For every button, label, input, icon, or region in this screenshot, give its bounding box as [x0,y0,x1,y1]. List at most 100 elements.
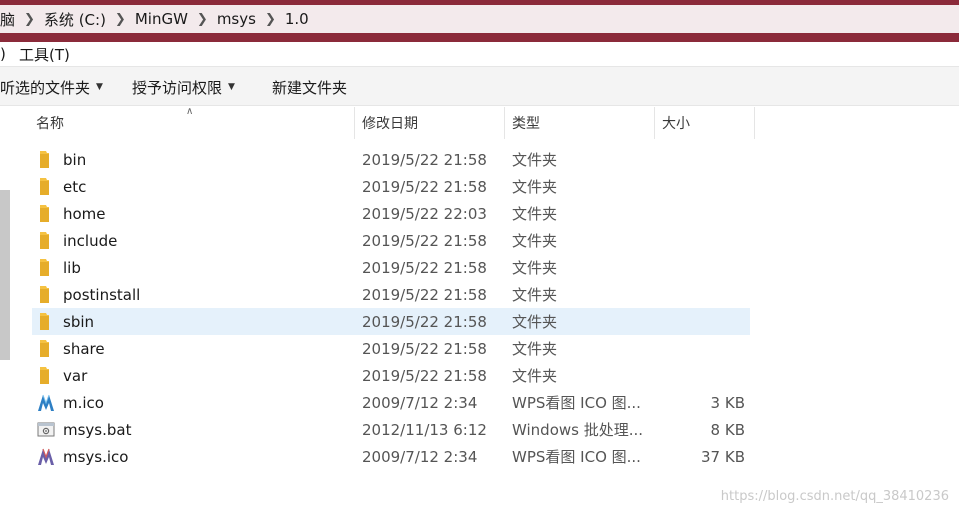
file-size [672,308,745,335]
file-date: 2019/5/22 21:58 [362,312,487,331]
address-bar[interactable]: 脑 ❯ 系统 (C:) ❯ MinGW ❯ msys ❯ 1.0 [0,5,959,33]
file-type: 文件夹 [512,340,558,358]
column-divider[interactable] [654,107,655,139]
msys-ico-icon [37,447,55,466]
file-size: 8 KB [710,420,745,439]
file-name: etc [63,177,87,196]
table-row[interactable]: etc 2019/5/22 21:58 文件夹 [32,173,750,200]
column-divider[interactable] [754,107,755,139]
chevron-right-icon[interactable]: ❯ [115,12,126,27]
file-name: include [63,231,118,250]
filter-button-label: 听选的文件夹 [0,78,91,97]
file-date: 2019/5/22 21:58 [362,150,487,169]
file-type: 文件夹 [512,367,558,385]
breadcrumb-this-pc[interactable]: 脑 [0,9,15,30]
folder-icon [37,366,55,385]
share-access-label: 授予访问权限 [132,78,223,97]
breadcrumb-mingw[interactable]: MinGW [135,10,188,28]
file-size [672,254,745,281]
file-name: var [63,366,88,385]
folder-icon [37,150,55,169]
file-name: m.ico [63,393,104,412]
file-name: lib [63,258,81,277]
file-date: 2019/5/22 22:03 [362,204,487,223]
file-name: home [63,204,106,223]
file-date: 2009/7/12 2:34 [362,393,478,412]
table-row[interactable]: msys.ico 2009/7/12 2:34 WPS看图 ICO 图... 3… [32,443,750,470]
file-date: 2019/5/22 21:58 [362,231,487,250]
file-name: postinstall [63,285,141,304]
msys-ico-icon [37,393,55,412]
folder-icon [37,258,55,277]
menu-tools[interactable]: 工具(T) [19,44,70,65]
batch-file-icon [37,420,55,439]
file-size [672,146,745,173]
column-header-size[interactable]: 大小 [662,107,690,139]
file-type: Windows 批处理... [512,421,644,439]
breadcrumb-system-drive[interactable]: 系统 (C:) [44,9,106,30]
accent-band [0,33,959,42]
table-row[interactable]: share 2019/5/22 21:58 文件夹 [32,335,750,362]
new-folder-button[interactable]: 新建文件夹 [272,67,347,107]
navigation-scrollbar-thumb[interactable] [0,190,10,360]
folder-icon [37,339,55,358]
file-size: 37 KB [701,447,745,466]
table-row[interactable]: m.ico 2009/7/12 2:34 WPS看图 ICO 图... 3 KB [32,389,750,416]
caret-down-icon: ▼ [96,82,103,92]
breadcrumb-msys[interactable]: msys [217,10,256,28]
file-type: 文件夹 [512,259,558,277]
sort-ascending-icon: ∧ [186,106,194,117]
file-date: 2019/5/22 21:58 [362,339,487,358]
folder-icon [37,204,55,223]
column-headers: 名称 修改日期 类型 大小 [0,107,959,139]
filter-button[interactable]: 听选的文件夹 ▼ [0,67,103,107]
caret-down-icon: ▼ [228,82,235,92]
table-row[interactable]: msys.bat 2012/11/13 6:12 Windows 批处理... … [32,416,750,443]
chevron-right-icon[interactable]: ❯ [24,12,35,27]
new-folder-label: 新建文件夹 [272,78,348,97]
file-type: WPS看图 ICO 图... [512,448,641,466]
file-size [672,335,745,362]
file-name: msys.bat [63,420,132,439]
file-name: sbin [63,312,95,331]
file-type: 文件夹 [512,286,558,304]
file-type: 文件夹 [512,313,558,331]
table-row[interactable]: home 2019/5/22 22:03 文件夹 [32,200,750,227]
column-header-name[interactable]: 名称 [36,107,64,139]
file-date: 2019/5/22 21:58 [362,258,487,277]
table-row[interactable]: var 2019/5/22 21:58 文件夹 [32,362,750,389]
table-row[interactable]: postinstall 2019/5/22 21:58 文件夹 [32,281,750,308]
command-bar: 听选的文件夹 ▼ 授予访问权限 ▼ 新建文件夹 [0,66,959,106]
folder-icon [37,285,55,304]
column-header-type[interactable]: 类型 [512,107,540,139]
share-access-button[interactable]: 授予访问权限 ▼ [132,67,235,107]
watermark: https://blog.csdn.net/qq_38410236 [720,489,949,504]
chevron-right-icon[interactable]: ❯ [265,12,276,27]
file-size [672,200,745,227]
folder-icon [37,177,55,196]
file-date: 2019/5/22 21:58 [362,285,487,304]
file-size [672,227,745,254]
file-type: 文件夹 [512,205,558,223]
column-divider[interactable] [504,107,505,139]
column-divider[interactable] [354,107,355,139]
file-date: 2009/7/12 2:34 [362,447,478,466]
file-date: 2019/5/22 21:58 [362,177,487,196]
table-row[interactable]: lib 2019/5/22 21:58 文件夹 [32,254,750,281]
menu-bar: ) 工具(T) [0,42,959,66]
table-row-selected[interactable]: sbin 2019/5/22 21:58 文件夹 [32,308,750,335]
file-type: 文件夹 [512,151,558,169]
table-row[interactable]: include 2019/5/22 21:58 文件夹 [32,227,750,254]
file-type: WPS看图 ICO 图... [512,394,641,412]
column-header-date[interactable]: 修改日期 [362,107,418,139]
menu-help-fragment[interactable]: ) [0,45,6,63]
breadcrumb-current[interactable]: 1.0 [285,10,309,28]
table-row[interactable]: bin 2019/5/22 21:58 文件夹 [32,146,750,173]
file-type: 文件夹 [512,178,558,196]
file-size [672,281,745,308]
file-date: 2019/5/22 21:58 [362,366,487,385]
file-size [672,173,745,200]
file-date: 2012/11/13 6:12 [362,420,487,439]
folder-icon [37,312,55,331]
chevron-right-icon[interactable]: ❯ [197,12,208,27]
